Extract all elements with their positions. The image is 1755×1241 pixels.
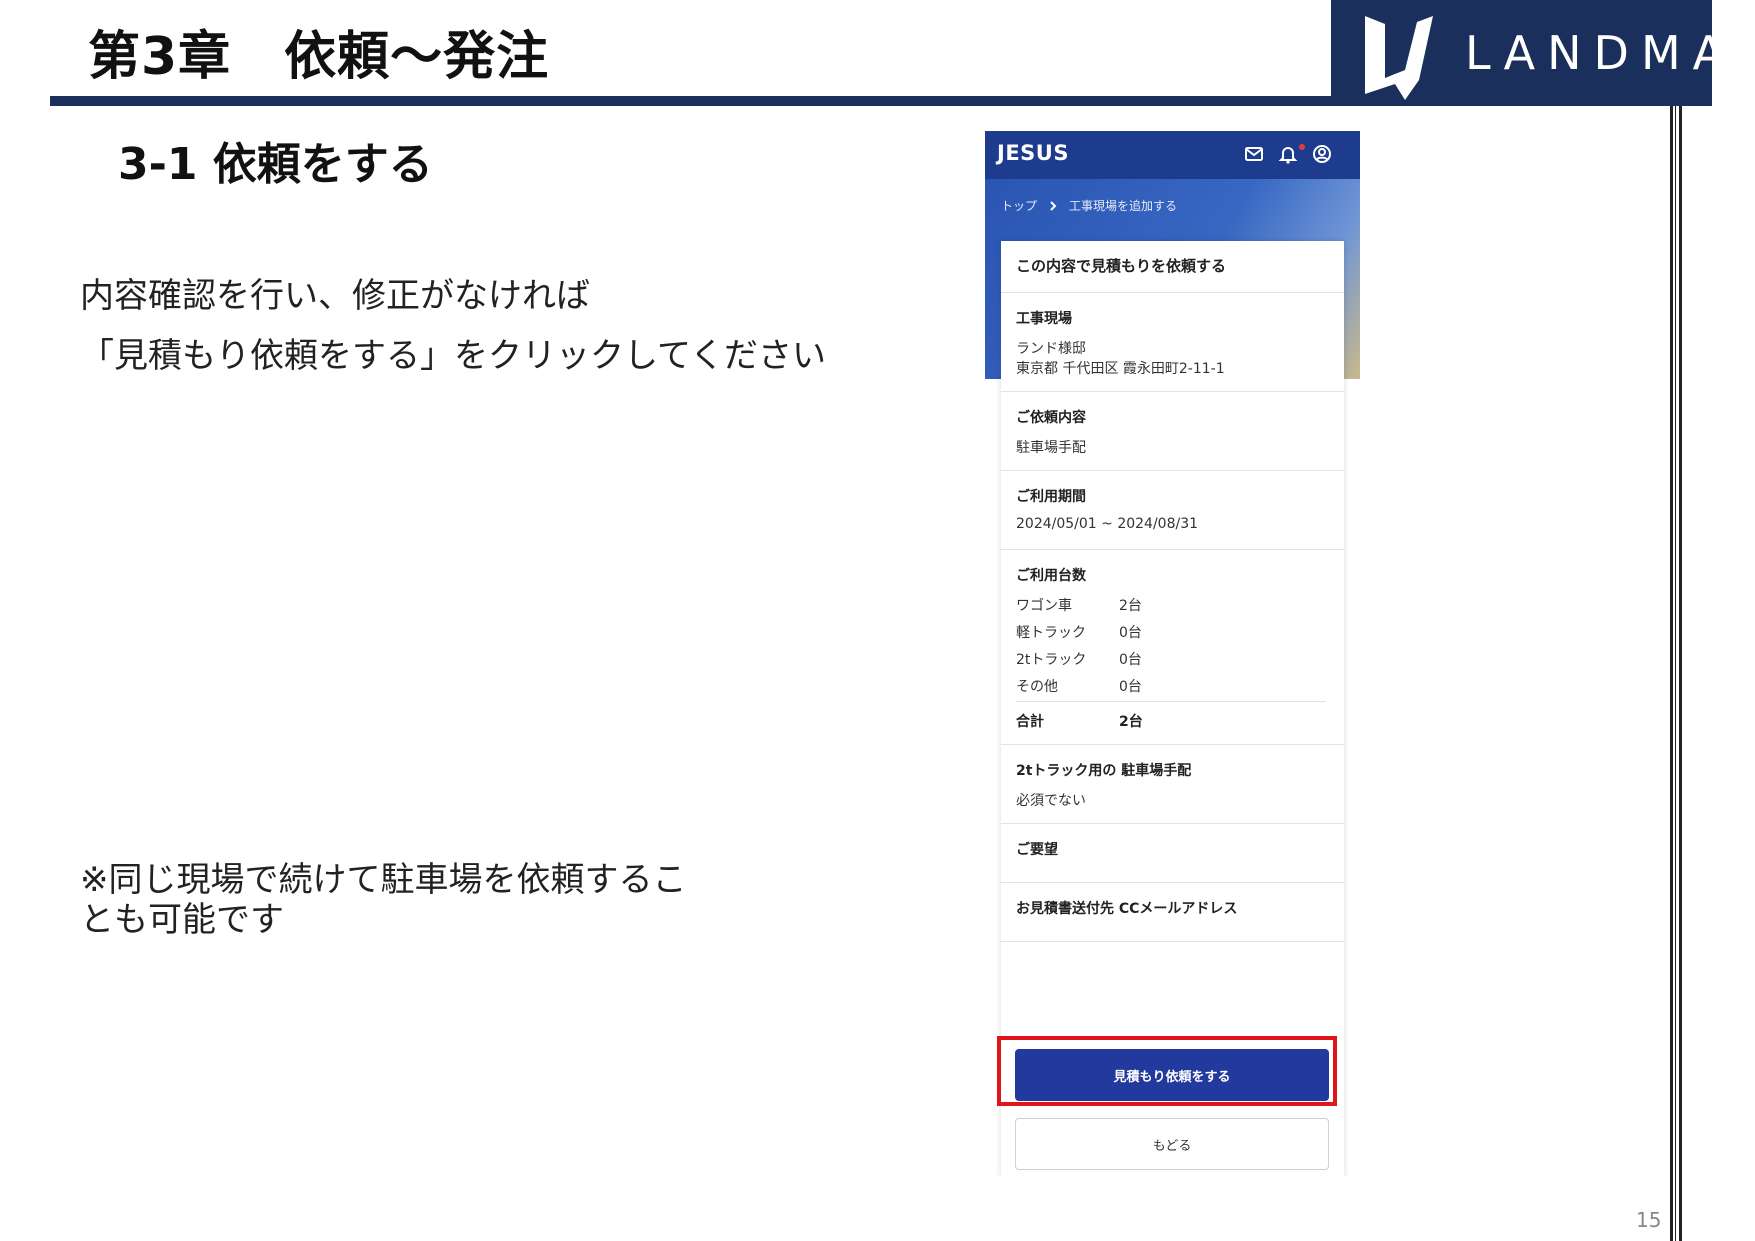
- divider: [1001, 941, 1344, 942]
- instruction-line-1: 内容確認を行い、修正がなければ: [80, 276, 590, 316]
- cc-email-label: お見積書送付先 CCメールアドレス: [1016, 901, 1238, 917]
- divider: [1001, 882, 1344, 883]
- divider: [1001, 549, 1344, 550]
- brand-logo: LANDMARK: [1331, 0, 1755, 106]
- app-bar: JESUS: [985, 131, 1360, 179]
- chevron-right-icon: [1050, 200, 1057, 211]
- instruction-line-2: 「見積もり依頼をする」をクリックしてください: [80, 336, 826, 376]
- vehicle-count: 2台: [1119, 598, 1142, 614]
- mail-icon[interactable]: [1243, 143, 1265, 165]
- section-title: 3-1 依頼をする: [118, 139, 433, 190]
- period-value: 2024/05/01 ~ 2024/08/31: [1016, 516, 1199, 532]
- divider: [1001, 823, 1344, 824]
- request-estimate-button[interactable]: 見積もり依頼をする: [1015, 1049, 1329, 1101]
- vehicle-count: 0台: [1119, 679, 1142, 695]
- landmark-logo-icon: [1365, 16, 1433, 100]
- vehicle-name: その他: [1016, 679, 1058, 695]
- notification-dot: [1299, 144, 1305, 150]
- divider: [1016, 701, 1326, 702]
- back-button[interactable]: もどる: [1015, 1118, 1329, 1170]
- brand-name: LANDMARK: [1465, 26, 1755, 80]
- page-number: 15: [1636, 1208, 1662, 1232]
- site-label: 工事現場: [1016, 311, 1072, 327]
- divider: [1001, 744, 1344, 745]
- divider: [1001, 292, 1344, 293]
- request-value: 駐車場手配: [1016, 440, 1086, 456]
- vehicle-name: 2tトラック: [1016, 652, 1087, 668]
- chapter-title: 第3章 依頼～発注: [88, 27, 550, 87]
- total-value: 2台: [1119, 714, 1143, 730]
- truck-parking-label: 2tトラック用の 駐車場手配: [1016, 763, 1192, 779]
- vehicle-name: ワゴン車: [1016, 598, 1072, 614]
- breadcrumb-home[interactable]: トップ: [1001, 197, 1037, 214]
- account-icon[interactable]: [1311, 143, 1333, 165]
- app-logo: JESUS: [997, 141, 1069, 165]
- vehicles-label: ご利用台数: [1016, 568, 1086, 584]
- right-border-rules: [1670, 106, 1682, 1241]
- breadcrumb: トップ 工事現場を追加する: [1001, 197, 1177, 214]
- vehicle-count: 0台: [1119, 652, 1142, 668]
- divider: [1001, 391, 1344, 392]
- app-screenshot: JESUS トップ 工事現場を追加する この内容で見積もりを依頼する 工事現場 …: [985, 131, 1360, 1176]
- site-address: 東京都 千代田区 霞永田町2-11-1: [1016, 361, 1225, 377]
- period-label: ご利用期間: [1016, 489, 1086, 505]
- requests-label: ご要望: [1016, 842, 1058, 858]
- request-label: ご依頼内容: [1016, 410, 1086, 426]
- bell-icon[interactable]: [1277, 143, 1299, 165]
- vehicle-count: 0台: [1119, 625, 1142, 641]
- vehicle-name: 軽トラック: [1016, 625, 1086, 641]
- total-label: 合計: [1016, 714, 1044, 730]
- note-text: ※同じ現場で続けて駐車場を依頼することも可能です: [80, 860, 687, 940]
- site-name: ランド様邸: [1016, 341, 1086, 357]
- breadcrumb-current: 工事現場を追加する: [1069, 199, 1178, 213]
- card-title: この内容で見積もりを依頼する: [1016, 257, 1227, 275]
- truck-parking-value: 必須でない: [1016, 793, 1086, 809]
- divider: [1001, 470, 1344, 471]
